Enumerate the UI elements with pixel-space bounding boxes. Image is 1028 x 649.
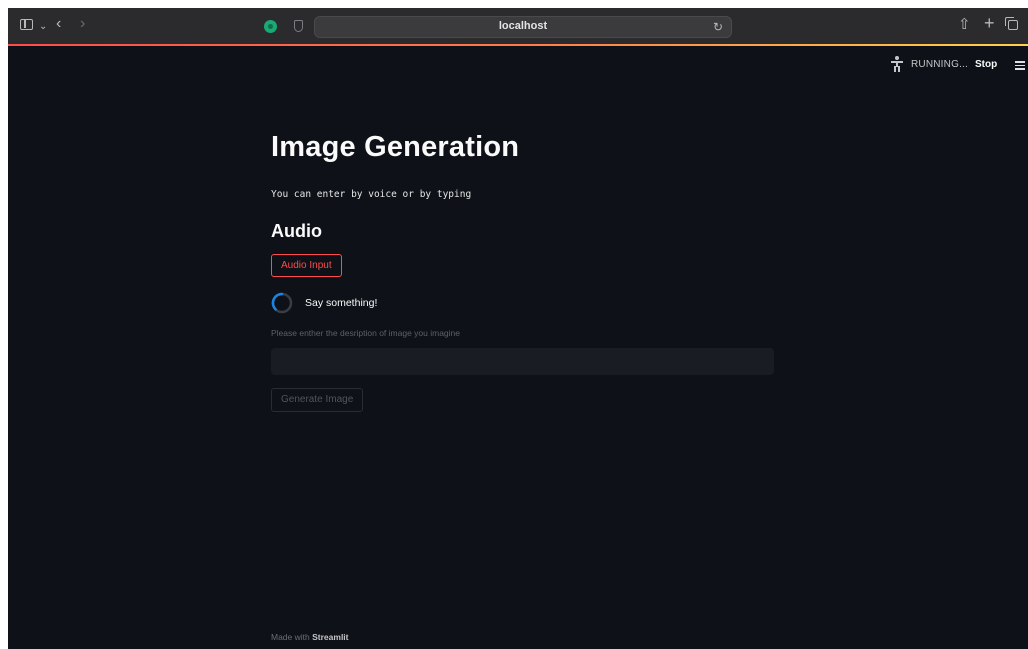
- chevron-down-icon[interactable]: ⌄: [39, 20, 47, 34]
- running-man-icon: [891, 56, 903, 72]
- description-input-label: Please enther the desription of image yo…: [271, 328, 461, 338]
- section-heading-audio: Audio: [271, 221, 322, 241]
- description-input[interactable]: [271, 348, 774, 375]
- forward-icon[interactable]: ›: [80, 16, 85, 32]
- footer-prefix: Made with: [271, 632, 310, 642]
- share-icon[interactable]: ⇧: [958, 17, 971, 32]
- main-menu-icon[interactable]: [1015, 61, 1025, 70]
- audio-input-button[interactable]: Audio Input: [271, 254, 342, 277]
- privacy-shield-icon[interactable]: [294, 20, 303, 32]
- footer: Made with Streamlit: [271, 632, 349, 642]
- browser-toolbar: ⌄ ‹ › localhost ↻ ⇧ +: [8, 8, 1028, 46]
- status-badge: RUNNING...: [911, 59, 968, 70]
- tab-overview-icon[interactable]: [1005, 17, 1018, 30]
- browser-window: ⌄ ‹ › localhost ↻ ⇧ + RUNNING... Stop Im…: [8, 8, 1028, 649]
- reload-icon[interactable]: ↻: [713, 20, 723, 34]
- extension-icon[interactable]: [264, 20, 277, 33]
- address-text: localhost: [498, 20, 548, 32]
- subtitle: You can enter by voice or by typing: [271, 189, 472, 200]
- back-icon[interactable]: ‹: [56, 16, 61, 32]
- streamlit-accent-bar: [8, 44, 1028, 46]
- spinner-text: Say something!: [305, 297, 378, 309]
- spinner-icon: [271, 292, 293, 314]
- page-title: Image Generation: [271, 131, 520, 163]
- address-bar[interactable]: localhost ↻: [314, 16, 732, 38]
- app-header: RUNNING... Stop: [8, 48, 1028, 78]
- stop-button[interactable]: Stop: [975, 59, 997, 70]
- generate-image-button[interactable]: Generate Image: [271, 388, 364, 412]
- footer-brand-link[interactable]: Streamlit: [312, 632, 348, 642]
- new-tab-icon[interactable]: +: [984, 14, 995, 32]
- sidebar-toggle-icon[interactable]: [20, 19, 33, 30]
